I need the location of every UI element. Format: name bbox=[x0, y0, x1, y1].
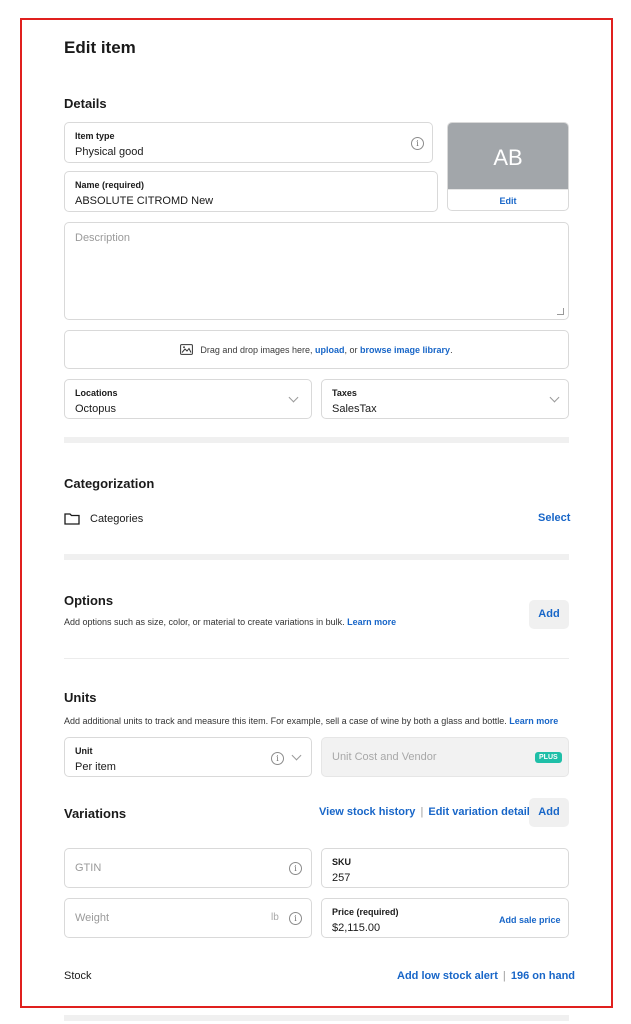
price-input[interactable]: Price (required) $2,115.00 Add sale pric… bbox=[321, 898, 569, 938]
chevron-down-icon bbox=[549, 392, 560, 403]
section-divider bbox=[64, 437, 569, 443]
item-thumbnail: AB Edit bbox=[447, 122, 569, 211]
taxes-value: SalesTax bbox=[332, 403, 377, 415]
options-description: Add options such as size, color, or mate… bbox=[64, 617, 396, 627]
sku-input[interactable]: SKU 257 bbox=[321, 848, 569, 888]
plus-badge: PLUS bbox=[535, 752, 562, 763]
info-icon[interactable]: i bbox=[411, 137, 424, 150]
gtin-placeholder: GTIN bbox=[75, 862, 102, 874]
resize-handle-icon[interactable] bbox=[557, 308, 564, 315]
units-description-text: Add additional units to track and measur… bbox=[64, 716, 510, 726]
details-heading: Details bbox=[64, 96, 107, 111]
info-icon[interactable]: i bbox=[271, 752, 284, 765]
section-divider bbox=[64, 554, 569, 560]
units-learn-more-link[interactable]: Learn more bbox=[509, 716, 558, 726]
name-field[interactable]: Name (required) ABSOLUTE CITROMD New bbox=[64, 171, 438, 212]
on-hand-link[interactable]: 196 on hand bbox=[511, 970, 575, 982]
options-description-text: Add options such as size, color, or mate… bbox=[64, 617, 348, 627]
categories-select-link[interactable]: Select bbox=[538, 512, 570, 524]
variations-links: View stock history | Edit variation deta… bbox=[319, 806, 536, 818]
price-value: $2,115.00 bbox=[332, 922, 381, 934]
locations-select[interactable]: Locations Octopus bbox=[64, 379, 312, 419]
browse-image-library-link[interactable]: browse image library bbox=[360, 345, 450, 355]
unit-select[interactable]: Unit Per item i bbox=[64, 737, 312, 777]
sku-value: 257 bbox=[332, 872, 351, 884]
taxes-label: Taxes bbox=[332, 388, 357, 398]
variations-add-button[interactable]: Add bbox=[529, 798, 569, 827]
separator: | bbox=[420, 806, 424, 818]
price-label: Price (required) bbox=[332, 907, 399, 917]
separator: | bbox=[502, 970, 506, 982]
unit-label: Unit bbox=[75, 746, 93, 756]
weight-unit: lb bbox=[271, 912, 279, 923]
dropzone-text-end: . bbox=[450, 344, 453, 355]
stock-label: Stock bbox=[64, 970, 92, 982]
units-description: Add additional units to track and measur… bbox=[64, 716, 558, 726]
options-add-button[interactable]: Add bbox=[529, 600, 569, 629]
name-label: Name (required) bbox=[75, 180, 145, 190]
item-type-field[interactable]: Item type Physical good i bbox=[64, 122, 433, 163]
image-dropzone[interactable]: Drag and drop images here, upload , or b… bbox=[64, 330, 569, 369]
edit-variation-details-link[interactable]: Edit variation details bbox=[428, 806, 536, 818]
stock-links: Add low stock alert | 196 on hand bbox=[397, 970, 575, 982]
item-type-label: Item type bbox=[75, 131, 115, 141]
thumbnail-edit-button[interactable]: Edit bbox=[448, 189, 568, 210]
add-sale-price-link[interactable]: Add sale price bbox=[499, 915, 561, 925]
dropzone-text: Drag and drop images here, bbox=[200, 344, 315, 355]
footer-divider bbox=[64, 1015, 569, 1021]
item-type-value: Physical good bbox=[75, 146, 144, 158]
upload-link[interactable]: upload bbox=[315, 345, 345, 355]
taxes-select[interactable]: Taxes SalesTax bbox=[321, 379, 569, 419]
add-low-stock-alert-link[interactable]: Add low stock alert bbox=[397, 970, 498, 982]
locations-label: Locations bbox=[75, 388, 118, 398]
gtin-input[interactable]: GTIN i bbox=[64, 848, 312, 888]
chevron-down-icon bbox=[291, 750, 302, 761]
dropzone-content: Drag and drop images here, upload , or b… bbox=[65, 331, 568, 368]
weight-input[interactable]: Weight lb i bbox=[64, 898, 312, 938]
locations-value: Octopus bbox=[75, 403, 116, 415]
dropzone-text-mid: , or bbox=[344, 344, 361, 355]
section-divider bbox=[64, 658, 569, 659]
unit-value: Per item bbox=[75, 761, 116, 773]
info-icon[interactable]: i bbox=[289, 862, 302, 875]
categories-row: Categories bbox=[64, 511, 143, 526]
sku-label: SKU bbox=[332, 857, 352, 867]
options-learn-more-link[interactable]: Learn more bbox=[347, 617, 396, 627]
description-textarea[interactable]: Description bbox=[64, 222, 569, 320]
weight-placeholder: Weight bbox=[75, 912, 110, 924]
page-title: Edit item bbox=[64, 38, 136, 57]
options-heading: Options bbox=[64, 593, 114, 608]
categories-label: Categories bbox=[90, 512, 144, 525]
units-heading: Units bbox=[64, 690, 97, 705]
info-icon[interactable]: i bbox=[289, 912, 302, 925]
chevron-down-icon bbox=[288, 392, 299, 403]
categorization-heading: Categorization bbox=[64, 476, 155, 491]
folder-icon bbox=[64, 513, 80, 525]
variations-heading: Variations bbox=[64, 806, 127, 821]
image-icon bbox=[180, 344, 194, 355]
name-value: ABSOLUTE CITROMD New bbox=[75, 195, 214, 207]
description-placeholder: Description bbox=[75, 232, 131, 244]
unit-cost-vendor-field: Unit Cost and Vendor PLUS bbox=[321, 737, 569, 777]
unit-cost-placeholder: Unit Cost and Vendor bbox=[332, 751, 437, 763]
view-stock-history-link[interactable]: View stock history bbox=[319, 806, 415, 818]
thumbnail-initials: AB bbox=[448, 123, 568, 189]
